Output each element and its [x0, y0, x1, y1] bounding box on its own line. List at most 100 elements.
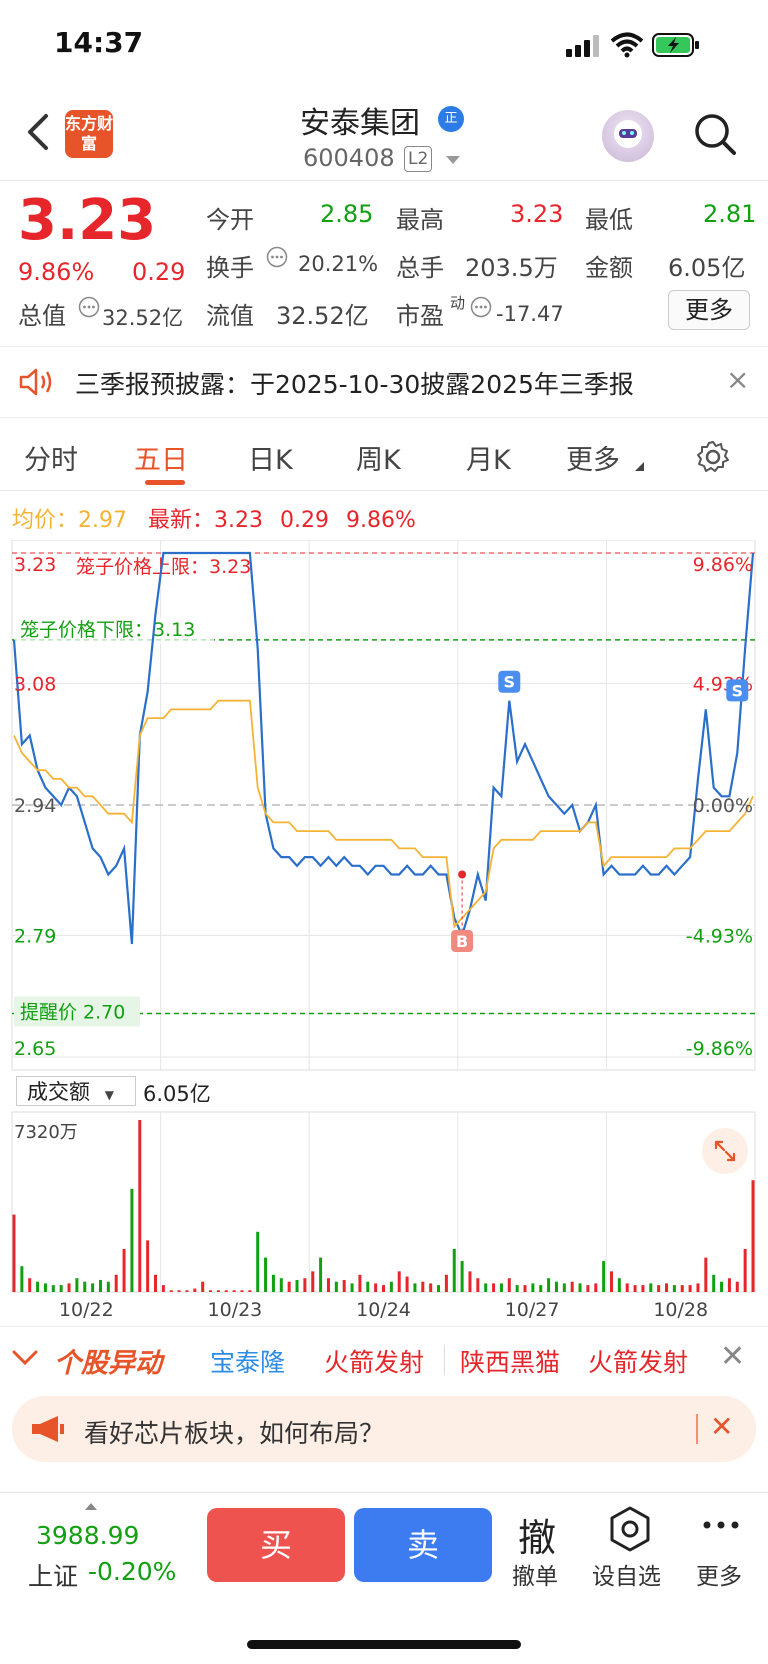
tab-weekly-k[interactable]: 周K	[356, 438, 401, 477]
volume-bar	[106, 1281, 110, 1292]
five-day-chart[interactable]: 笼子价格上限：3.23笼子价格下限：3.13提醒价 2.70 3.23 9.86%…	[0, 540, 768, 1320]
info-dots-icon[interactable]	[78, 296, 100, 318]
chevron-down-icon[interactable]	[12, 1349, 38, 1367]
stock-code: 600408	[303, 144, 395, 172]
reminder-label: 提醒价 2.70	[20, 1002, 125, 1024]
y-tick-left: 3.08	[14, 673, 56, 695]
watchlist-label[interactable]: 设自选	[592, 1557, 661, 1591]
volume-bar	[264, 1257, 268, 1292]
info-dots-icon[interactable]	[266, 246, 288, 268]
volume-bar	[366, 1281, 370, 1292]
x-tick-label: 10/22	[59, 1299, 114, 1320]
tab-intraday[interactable]: 分时	[24, 438, 78, 477]
volume-bar	[295, 1279, 299, 1292]
volume-value: 203.5万	[465, 254, 558, 282]
volume-bar	[554, 1281, 558, 1292]
volume-bar	[696, 1283, 700, 1292]
volume-bar	[389, 1281, 393, 1292]
mover-item[interactable]: 陕西黑猫	[460, 1343, 560, 1379]
volume-bar	[720, 1281, 724, 1292]
pe-value: -17.47	[496, 302, 564, 326]
close-icon[interactable]: ×	[726, 363, 749, 396]
volume-bar	[727, 1278, 731, 1292]
mover-item[interactable]: 宝泰隆	[210, 1343, 285, 1379]
amount-value: 6.05亿	[668, 254, 746, 282]
cancel-order-label[interactable]: 撤单	[512, 1557, 558, 1591]
volume-bar	[468, 1271, 472, 1292]
tab-five-day[interactable]: 五日	[134, 438, 188, 477]
high-value: 3.23	[510, 200, 564, 228]
buy-marker-dot	[458, 870, 467, 879]
volume-bar	[271, 1274, 275, 1292]
index-change[interactable]: -0.20%	[88, 1557, 176, 1586]
pe-label: 市盈	[396, 302, 444, 330]
volume-bar	[138, 1120, 142, 1292]
price-lines	[12, 551, 755, 945]
turnover-label: 换手	[206, 254, 254, 282]
volume-indicator-selector[interactable]: 成交额 ▼	[16, 1076, 136, 1106]
volume-bar	[476, 1278, 480, 1292]
search-icon[interactable]	[693, 112, 737, 156]
assistant-robot-icon[interactable]	[602, 110, 654, 162]
volume-bar	[75, 1278, 79, 1292]
close-icon[interactable]: ✕	[710, 1410, 733, 1443]
volume-bar	[91, 1283, 95, 1292]
settings-gear-icon[interactable]	[696, 440, 730, 474]
volume-bar	[578, 1283, 582, 1292]
volume-bar	[586, 1285, 590, 1292]
add-watchlist-icon[interactable]	[608, 1505, 652, 1553]
mover-item[interactable]: 火箭发射	[324, 1343, 424, 1379]
volume-bar	[114, 1274, 118, 1292]
change-amount: 0.29	[132, 258, 186, 286]
volume-bar	[751, 1180, 755, 1292]
volume-bar	[507, 1278, 511, 1292]
status-time: 14:37	[54, 26, 144, 59]
back-arrow-icon[interactable]	[24, 112, 54, 152]
volume-bar	[743, 1249, 747, 1292]
volume-bar	[657, 1285, 661, 1292]
volume-bar	[169, 1290, 173, 1292]
volume-bar	[98, 1279, 102, 1292]
series-line-avg	[13, 699, 754, 929]
volume-bar	[334, 1281, 338, 1292]
more-quote-button[interactable]: 更多	[668, 290, 750, 330]
lower-limit-label: 笼子价格下限：3.13	[20, 619, 195, 641]
chevron-down-icon[interactable]	[446, 156, 460, 164]
bottom-trade-bar: 3988.99 上证 -0.20% 买 卖 撤 撤单 设自选 更多	[0, 1492, 768, 1664]
close-icon[interactable]: ✕	[720, 1339, 745, 1374]
index-value[interactable]: 3988.99	[36, 1521, 139, 1550]
index-name[interactable]: 上证	[28, 1557, 78, 1593]
reference-lines: 笼子价格上限：3.23笼子价格下限：3.13提醒价 2.70	[12, 552, 755, 1027]
buy-marker-label: B	[456, 932, 468, 951]
volume-bar	[413, 1283, 417, 1292]
cellular-signal-icon	[566, 35, 599, 57]
cancel-order-icon[interactable]: 撤	[518, 1507, 556, 1562]
notice-bar[interactable]: 三季报预披露：于2025-10-30披露2025年三季报 ×	[0, 346, 768, 418]
more-dots-icon[interactable]	[702, 1519, 740, 1531]
tab-more[interactable]: 更多	[566, 438, 620, 477]
volume-total: 6.05亿	[143, 1082, 211, 1106]
volume-bar	[562, 1283, 566, 1292]
more-label[interactable]: 更多	[696, 1557, 742, 1591]
axis-ticks: 3.23 9.86%3.08 4.93%2.94 0.00%2.79 -4.93%2.6…	[14, 554, 753, 1320]
y-tick-right: 0.00%	[693, 795, 753, 817]
promo-alert-bar[interactable]: 看好芯片板块，如何布局？ ✕	[12, 1396, 756, 1462]
sell-button[interactable]: 卖	[354, 1508, 492, 1582]
x-tick-label: 10/28	[653, 1299, 708, 1320]
volume-label: 总手	[396, 254, 444, 282]
volume-bar	[641, 1285, 645, 1292]
info-dots-icon[interactable]	[470, 296, 492, 318]
mover-item[interactable]: 火箭发射	[588, 1343, 688, 1379]
volume-bar	[570, 1281, 574, 1292]
level2-badge[interactable]: L2	[404, 146, 433, 172]
change-percent: 9.86%	[18, 258, 95, 286]
latest-change: 0.29	[280, 508, 329, 533]
volume-bar	[531, 1283, 535, 1292]
volume-bar	[437, 1285, 441, 1292]
buy-button[interactable]: 买	[207, 1508, 345, 1582]
expand-icon[interactable]	[702, 1128, 748, 1174]
tab-daily-k[interactable]: 日K	[248, 438, 293, 477]
tab-monthly-k[interactable]: 月K	[466, 438, 511, 477]
open-value: 2.85	[320, 200, 374, 228]
volume-bar	[154, 1274, 158, 1292]
